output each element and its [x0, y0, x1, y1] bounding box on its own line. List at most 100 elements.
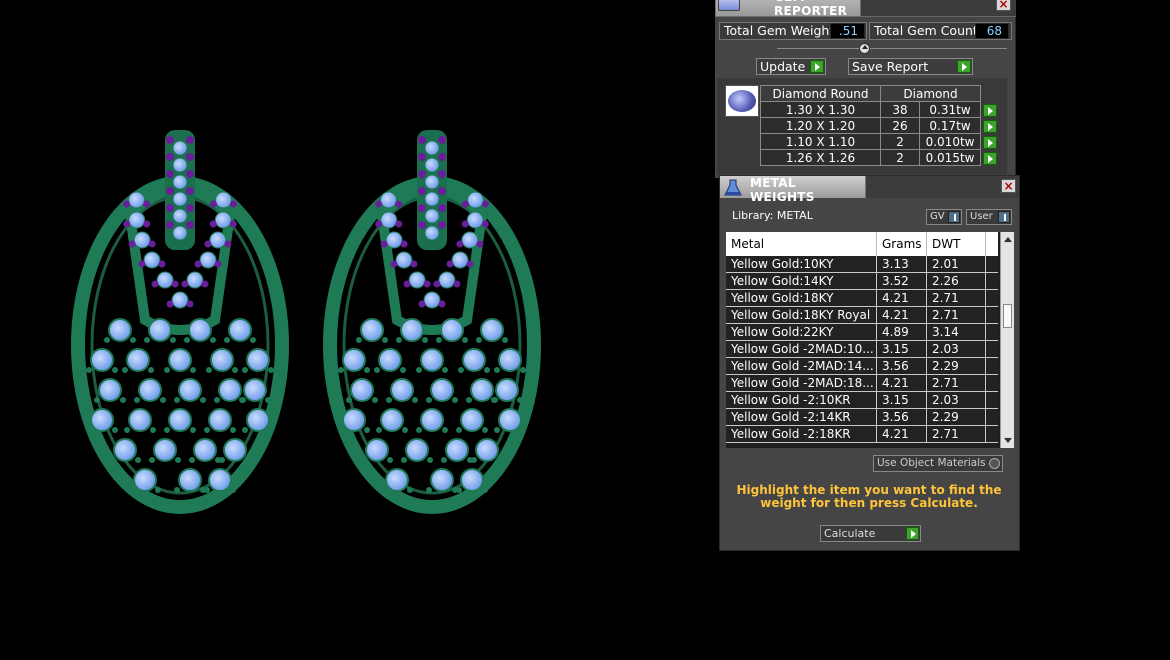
metal-row[interactable]: Yellow Gold:14KY 3.52 2.26	[726, 273, 998, 290]
user-toggle[interactable]: User	[966, 209, 1012, 225]
save-report-button[interactable]: Save Report	[848, 58, 973, 75]
metal-grams: 3.52	[877, 273, 927, 289]
gem-size: 1.30 X 1.30	[760, 101, 881, 118]
gem-count: 26	[879, 117, 921, 134]
round-diamond-icon	[728, 90, 756, 112]
metal-row[interactable]: Yellow Gold -2MAD:18... 4.21 2.71	[726, 375, 998, 392]
gem-reporter-icon	[718, 0, 740, 11]
metal-dwt: 2.03	[927, 341, 986, 357]
metal-dwt: 2.71	[927, 290, 986, 306]
metal-list-header: Metal Grams DWT	[726, 232, 998, 256]
metal-row[interactable]: Yellow Gold -2MAD:10... 3.15 2.03	[726, 341, 998, 358]
metal-row[interactable]: Yellow Gold:18KY Royal 4.21 2.71	[726, 307, 998, 324]
col-grams[interactable]: Grams	[877, 232, 927, 256]
metal-name: Yellow Gold -2MAD:14...	[726, 358, 877, 374]
gem-size: 1.20 X 1.20	[760, 117, 881, 134]
total-gem-count-value: 68	[975, 23, 1009, 39]
scroll-thumb[interactable]	[1003, 304, 1012, 328]
metal-name: Yellow Gold:14KY	[726, 273, 877, 289]
earrings-render	[71, 130, 541, 514]
metal-name: Yellow Gold:18KY Royal	[726, 307, 877, 323]
info-icon	[948, 211, 960, 223]
gem-row[interactable]: 1.30 X 1.30 38 0.31tw	[760, 101, 999, 118]
metal-list-scrollbar[interactable]	[1000, 232, 1014, 448]
gem-row[interactable]: 1.10 X 1.10 2 0.010tw	[760, 133, 999, 150]
metal-weights-title-tab: METAL WEIGHTS	[720, 176, 866, 204]
play-arrow-icon	[957, 60, 971, 73]
update-button[interactable]: Update	[756, 58, 826, 75]
metal-dwt: 2.29	[927, 409, 986, 425]
panel-slider-track	[777, 48, 1007, 49]
gem-reporter-titlebar[interactable]: GEM REPORTER ×	[715, 0, 1016, 18]
play-arrow-icon[interactable]	[983, 135, 997, 149]
collapse-handle-icon[interactable]	[859, 43, 870, 54]
gem-weight: 0.17tw	[919, 117, 981, 134]
gem-row[interactable]: 1.20 X 1.20 26 0.17tw	[760, 117, 999, 134]
play-arrow-icon[interactable]	[983, 119, 997, 133]
metal-name: Yellow Gold -2MAD:18...	[726, 375, 877, 391]
user-toggle-label: User	[970, 211, 993, 222]
metal-grams: 4.21	[877, 375, 927, 391]
metal-name: Yellow Gold:10KY	[726, 256, 877, 272]
gv-toggle-label: GV	[930, 211, 945, 222]
metal-name: Yellow Gold -2:10KR	[726, 392, 877, 408]
metal-dwt: 2.03	[927, 392, 986, 408]
metal-grams: 4.21	[877, 290, 927, 306]
close-icon[interactable]: ×	[996, 0, 1011, 11]
metal-grams: 4.89	[877, 324, 927, 340]
metal-row[interactable]: Yellow Gold:10KY 3.13 2.01	[726, 256, 998, 273]
gem-reporter-title-tab: GEM REPORTER	[715, 0, 861, 18]
use-object-materials-toggle[interactable]: Use Object Materials	[873, 455, 1003, 472]
metal-grams: 3.13	[877, 256, 927, 272]
metal-dwt: 3.14	[927, 324, 986, 340]
gem-weight: 0.31tw	[919, 101, 981, 118]
gem-size: 1.26 X 1.26	[760, 149, 881, 166]
metal-grams: 3.15	[877, 392, 927, 408]
metal-row[interactable]: Yellow Gold -2:14KR 3.56 2.29	[726, 409, 998, 426]
metal-dwt: 2.26	[927, 273, 986, 289]
gem-reporter-panel: GEM REPORTER × Total Gem Weight .51 Tota…	[715, 0, 1016, 178]
gem-row[interactable]: 1.26 X 1.26 2 0.015tw	[760, 149, 999, 166]
radio-icon	[989, 458, 1000, 469]
gem-weight: 0.015tw	[919, 149, 981, 166]
metal-list[interactable]: Metal Grams DWT Yellow Gold:10KY 3.13 2.01…	[726, 232, 1014, 448]
metal-weights-titlebar[interactable]: METAL WEIGHTS ×	[720, 176, 1019, 204]
metal-row[interactable]: Yellow Gold:22KY 4.89 3.14	[726, 324, 998, 341]
metal-weights-panel: METAL WEIGHTS × Library: METAL GV User M…	[719, 175, 1020, 551]
scroll-up-icon[interactable]	[1004, 237, 1012, 242]
library-label: Library: METAL	[732, 209, 813, 222]
gem-size: 1.10 X 1.10	[760, 133, 881, 150]
gem-thumbnail[interactable]	[725, 85, 759, 117]
gem-weight: 0.010tw	[919, 133, 981, 150]
play-arrow-icon	[810, 60, 824, 73]
metal-name: Yellow Gold:18KY	[726, 290, 877, 306]
play-arrow-icon[interactable]	[983, 151, 997, 165]
total-gem-weight-value: .51	[830, 23, 865, 39]
calculate-button[interactable]: Calculate	[820, 525, 921, 542]
metal-grams: 4.21	[877, 426, 927, 442]
metal-grams: 4.21	[877, 307, 927, 323]
gv-toggle[interactable]: GV	[926, 209, 962, 225]
metal-row[interactable]: Yellow Gold -2:10KR 3.15 2.03	[726, 392, 998, 409]
close-icon[interactable]: ×	[1001, 179, 1016, 193]
metal-row[interactable]: Yellow Gold:18KY 4.21 2.71	[726, 290, 998, 307]
metal-name: Yellow Gold:22KY	[726, 324, 877, 340]
scroll-down-icon[interactable]	[1004, 438, 1012, 443]
gem-count: 38	[879, 101, 921, 118]
metal-grams: 3.56	[877, 358, 927, 374]
flask-icon	[724, 179, 742, 196]
col-metal[interactable]: Metal	[726, 232, 877, 256]
use-object-materials-label: Use Object Materials	[877, 457, 986, 469]
col-dwt[interactable]: DWT	[927, 232, 986, 256]
save-report-button-label: Save Report	[852, 59, 929, 74]
3d-viewport[interactable]	[0, 0, 715, 660]
play-arrow-icon[interactable]	[983, 103, 997, 117]
metal-row[interactable]: Yellow Gold -2:18KR 4.21 2.71	[726, 426, 998, 443]
metal-grams: 3.56	[877, 409, 927, 425]
metal-dwt: 2.29	[927, 358, 986, 374]
metal-row[interactable]: Yellow Gold -2MAD:14... 3.56 2.29	[726, 358, 998, 375]
metal-rows: Yellow Gold:10KY 3.13 2.01 Yellow Gold:14KY…	[726, 256, 998, 443]
info-icon	[998, 211, 1010, 223]
metal-dwt: 2.71	[927, 426, 986, 442]
metal-grams: 3.15	[877, 341, 927, 357]
